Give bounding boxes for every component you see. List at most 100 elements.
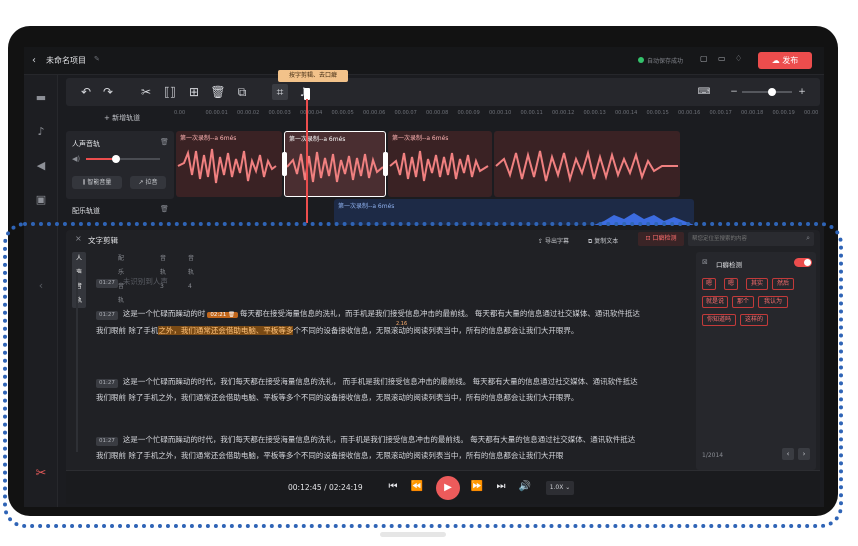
export-subtitle-button[interactable]: ⇪ 导出字幕 (538, 236, 569, 245)
zoom-in-icon[interactable]: + (794, 84, 810, 100)
volume-icon[interactable]: 🔊 (518, 481, 532, 492)
oral-check-icon: ⊡ (645, 235, 651, 242)
add-track-button[interactable]: + 新增轨道 (104, 113, 140, 123)
volume-icon[interactable]: ◀) (72, 155, 80, 163)
publish-button[interactable]: ☁ 发布 (758, 52, 812, 69)
skip-start-icon[interactable]: ⏮ (386, 481, 400, 492)
ruler-tick: 00.00 (804, 110, 819, 116)
oral-chip[interactable]: 就是说 (702, 296, 728, 308)
volume-slider[interactable] (86, 155, 160, 163)
ruler-tick: 00.00.19 (772, 110, 795, 116)
bgm-clip[interactable]: 第一次录制--a 6més (334, 199, 694, 225)
waveform (495, 149, 678, 183)
oral-check-label: 口癖检测 (652, 235, 677, 242)
text-edit-panel: × 文字剪辑 ⇪ 导出字幕 ⧉ 复制文本 ⊡ 口癖检测 ⌕ 人声音轨配乐音轨音轨… (66, 230, 820, 504)
fast-forward-icon[interactable]: ⏩ (470, 481, 484, 492)
redo-icon[interactable]: ↷ (100, 84, 116, 100)
cut-icon[interactable]: ✂ (138, 84, 154, 100)
oral-chip[interactable]: 嗯 (724, 278, 738, 290)
rewind-icon[interactable]: ⏪ (410, 481, 424, 492)
autosave-status: 自动保存成功 (647, 58, 684, 65)
ruler-tick: 00.00.05 (331, 110, 354, 116)
split-icon[interactable]: ⟦⟧ (162, 84, 178, 100)
edit-toolbar: ↶ ↷ ✂ ⟦⟧ ⊞ 🗑 ⧉ ⌗ ♫ ⌨ − + (66, 78, 820, 106)
chevron-down-icon: ⌄ (565, 484, 571, 491)
copy-icon[interactable]: ⧉ (234, 84, 250, 100)
audio-clip[interactable] (494, 131, 680, 197)
ruler-tick: 00.00.12 (552, 110, 575, 116)
ruler-tick: 00.00.02 (237, 110, 260, 116)
oral-chip[interactable]: 那个 (732, 296, 754, 308)
message-icon[interactable]: ▭ (718, 54, 726, 63)
prev-page-icon[interactable]: ‹ (782, 448, 794, 460)
next-page-icon[interactable]: › (798, 448, 810, 460)
add-icon[interactable]: ⊞ (186, 84, 202, 100)
search-box[interactable]: ⌕ (688, 232, 814, 246)
copy-text-button[interactable]: ⧉ 复制文本 (588, 236, 618, 246)
collapse-icon[interactable]: ‹ (34, 279, 48, 293)
oral-chip[interactable]: 这样的 (740, 314, 768, 326)
timestamp-badge[interactable]: 02:21 🗑 (207, 312, 238, 318)
pitch-label: 拉音 (145, 179, 158, 186)
oral-chip[interactable]: 嗯 (702, 278, 716, 290)
trash-icon[interactable]: 🗑 (228, 312, 235, 318)
folder-icon[interactable]: ▬ (34, 91, 48, 105)
oral-chip[interactable]: 我认为 (758, 296, 788, 308)
close-panel-icon[interactable]: ⊠ (702, 258, 708, 266)
timestamp-badge-label: 02:21 (210, 312, 227, 318)
back-icon[interactable]: ‹ (32, 55, 36, 66)
music-icon[interactable]: ♪ (34, 125, 48, 139)
delete-track-icon[interactable]: 🗑 (160, 138, 169, 146)
oral-chip[interactable]: 你知道吗 (702, 314, 736, 326)
panel-title: 文字剪辑 (88, 236, 118, 245)
audio-clip[interactable]: 第一次录制--a 6més (388, 131, 492, 197)
volume-knob[interactable] (112, 155, 120, 163)
paragraph-1[interactable]: 01:27 未识别到人声 (96, 274, 642, 290)
audio-clip[interactable]: 第一次录制--a 6més (176, 131, 282, 197)
audio-clip-selected[interactable]: 第一次录制--a 6més (282, 131, 388, 197)
pagination: 1/2014 (702, 452, 724, 459)
undo-icon[interactable]: ↶ (78, 84, 94, 100)
oral-check-toggle[interactable] (794, 258, 812, 267)
title-bar: ‹ 未命名项目 ✎ 自动保存成功 ▢ ▭ ♢ ☁ 发布 (24, 47, 824, 75)
speed-value: 1.0X (549, 484, 564, 491)
drag-handle[interactable] (380, 532, 446, 537)
oral-check-button[interactable]: ⊡ 口癖检测 (638, 232, 684, 246)
delete-bgm-icon[interactable]: 🗑 (160, 205, 169, 213)
paragraph-2[interactable]: 01:27 这是一个忙碌而躁动的时 02:21 🗑 每天都在接受海量信息的洗礼，而手机… (96, 306, 642, 339)
speaker-icon[interactable]: ◀ (34, 159, 48, 173)
highlighted-text[interactable]: 之外，我们通常还会借助电脑、平板等多 (158, 326, 294, 335)
bgm-clip-label: 第一次录制--a 6més (338, 203, 395, 210)
speed-select[interactable]: 1.0X ⌄ (546, 481, 574, 495)
toggle-knob (804, 259, 811, 266)
tab-0[interactable]: 人声音轨 (72, 252, 87, 308)
scissors-icon[interactable]: ✂ (34, 467, 48, 481)
play-button[interactable]: ▶ (436, 476, 460, 500)
delete-icon[interactable]: 🗑 (210, 84, 226, 100)
save-icon[interactable]: ▢ (700, 54, 708, 63)
zoom-out-icon[interactable]: − (726, 84, 742, 100)
project-title[interactable]: 未命名项目 (46, 55, 86, 66)
zoom-slider[interactable] (742, 88, 792, 96)
pitch-button[interactable]: ↗ 拉音 (130, 176, 166, 189)
trim-handle-left[interactable] (282, 152, 287, 176)
autosave-check-icon (638, 57, 644, 63)
bulb-icon[interactable]: ♢ (735, 54, 742, 63)
search-input[interactable] (692, 233, 796, 245)
smart-volume-button[interactable]: ⫼ 智能音量 (72, 176, 122, 189)
close-icon[interactable]: × (75, 234, 82, 243)
zoom-slider-knob[interactable] (768, 88, 776, 96)
paragraph-text: 个不同的设备接收信息，无限滚动的阅读列表当中，所有的信息都会让我们大开眼界。 (293, 326, 579, 335)
paragraph-4[interactable]: 01:27 这是一个忙碌而躁动的时代，我们每天都在接受海量信息的洗礼，而手机是我们… (96, 432, 642, 464)
skip-end-icon[interactable]: ⏭ (494, 481, 508, 492)
smart-volume-icon: ⫼ (82, 179, 86, 186)
keyboard-icon[interactable]: ⌨ (696, 84, 712, 100)
upload-icon: ☁ (771, 56, 780, 65)
text-edit-icon[interactable]: ⌗ (272, 84, 288, 100)
edit-title-icon[interactable]: ✎ (94, 55, 100, 63)
search-icon[interactable]: ⌕ (806, 234, 810, 243)
oral-chip[interactable]: 然后 (772, 278, 794, 290)
template-icon[interactable]: ▣ (34, 193, 48, 207)
oral-chip[interactable]: 其实 (746, 278, 768, 290)
paragraph-3[interactable]: 01:27 这是一个忙碌而躁动的时代，我们每天都在接受海量信息的洗礼， 而手机是我… (96, 374, 642, 406)
